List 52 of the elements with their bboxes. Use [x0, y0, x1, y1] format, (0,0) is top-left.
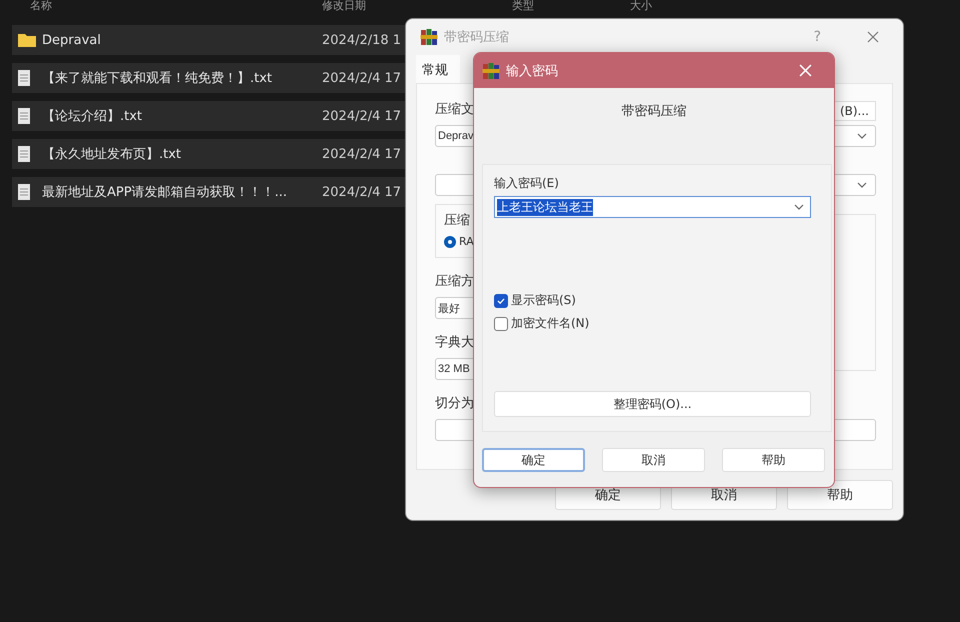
- modified-date: 2024/2/4 17: [322, 146, 402, 162]
- checkbox[interactable]: [494, 316, 508, 330]
- field-label: 字典大: [435, 334, 474, 351]
- dialog-button[interactable]: 确定: [482, 448, 585, 472]
- document-icon: [18, 184, 30, 200]
- file-row[interactable]: 最新地址及APP请发邮箱自动获取！！！... 2024/2/4 17: [12, 177, 405, 207]
- checkbox[interactable]: [494, 294, 508, 308]
- chevron-icon: [794, 204, 804, 210]
- file-row[interactable]: Depraval 2024/2/18 1: [12, 25, 405, 55]
- checkbox-label: 加密文件名(N): [511, 315, 590, 332]
- field-label: 输入密码(E): [494, 175, 559, 192]
- document-icon: [18, 108, 30, 124]
- books-icon: [482, 62, 500, 80]
- file-name: 【论坛介绍】.txt: [42, 108, 142, 125]
- checkbox-label: 显示密码(S): [511, 292, 576, 309]
- window-title: 带密码压缩: [444, 29, 509, 46]
- modified-date: 2024/2/4 17: [322, 70, 402, 86]
- group-label: 压缩: [444, 213, 470, 228]
- close-icon[interactable]: [867, 31, 879, 43]
- radio-label: RA: [459, 235, 474, 248]
- column-header[interactable]: 类型: [512, 0, 534, 12]
- modified-date: 2024/2/4 17: [322, 108, 402, 124]
- field-label: 压缩方: [435, 273, 474, 290]
- tab[interactable]: 常规: [416, 55, 460, 83]
- document-icon: [18, 70, 30, 86]
- books-icon: [420, 28, 438, 46]
- file-name: 最新地址及APP请发邮箱自动获取！！！...: [42, 184, 287, 201]
- dialog-button[interactable]: 取消: [602, 448, 705, 472]
- organize-passwords-button[interactable]: 整理密码(O)...: [494, 391, 811, 417]
- column-header[interactable]: 修改日期: [322, 0, 366, 12]
- file-row[interactable]: 【论坛介绍】.txt 2024/2/4 17: [12, 101, 405, 131]
- file-row[interactable]: 【永久地址发布页】.txt 2024/2/4 17: [12, 139, 405, 169]
- column-header[interactable]: 名称: [30, 0, 52, 12]
- file-name: 【永久地址发布页】.txt: [42, 146, 182, 163]
- radio-button[interactable]: [444, 236, 456, 248]
- window-title: 输入密码: [506, 62, 558, 80]
- field-label: 压缩文: [435, 101, 474, 118]
- dialog-heading: 带密码压缩: [622, 103, 686, 120]
- password-field[interactable]: 上老王论坛当老王: [494, 196, 811, 218]
- file-row[interactable]: 【来了就能下载和观看！纯免费！】.txt 2024/2/4 17: [12, 63, 405, 93]
- file-name: Depraval: [42, 32, 101, 48]
- column-header[interactable]: 大小: [630, 0, 652, 12]
- dialog-button[interactable]: 帮助: [722, 448, 825, 472]
- chevron-icon: [857, 133, 867, 139]
- folder-icon: [18, 33, 36, 47]
- modified-date: 2024/2/4 17: [322, 184, 402, 200]
- chevron-icon: [857, 182, 867, 188]
- file-name: 【来了就能下载和观看！纯免费！】.txt: [42, 70, 272, 87]
- modified-date: 2024/2/18 1: [322, 32, 402, 48]
- document-icon: [18, 146, 30, 162]
- field-label: 切分为: [435, 395, 474, 412]
- browse-button[interactable]: (B)...: [832, 101, 876, 121]
